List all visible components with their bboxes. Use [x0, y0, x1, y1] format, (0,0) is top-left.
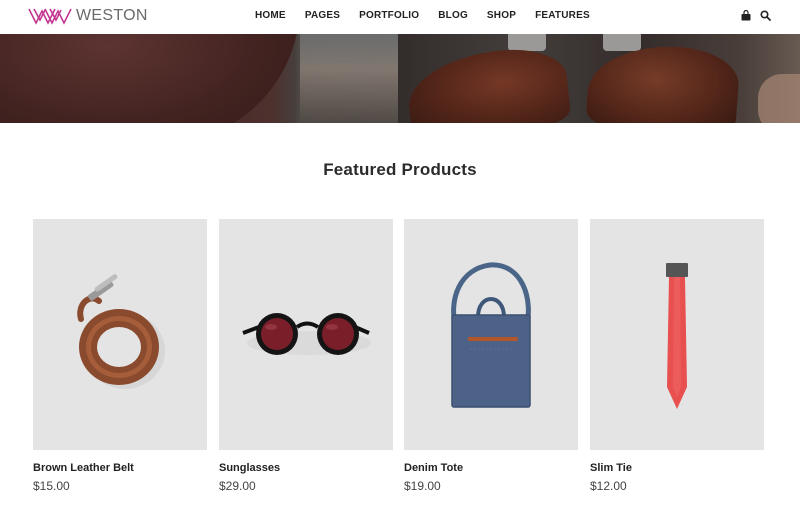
product-card[interactable]: Brown Leather Belt $15.00: [33, 219, 207, 493]
brand-name: WESTON: [76, 7, 148, 24]
hero-banner: [0, 34, 800, 123]
nav-item-pages[interactable]: PAGES: [305, 10, 340, 21]
site-header: WESTON HOME PAGES PORTFOLIO BLOG SHOP FE…: [0, 0, 800, 34]
slim-tie-image: [666, 263, 688, 409]
nav-item-features[interactable]: FEATURES: [535, 10, 590, 21]
product-image[interactable]: [404, 219, 578, 450]
product-price: $29.00: [219, 479, 256, 493]
search-icon[interactable]: [760, 10, 771, 21]
product-image[interactable]: [590, 219, 764, 450]
nav-item-portfolio[interactable]: PORTFOLIO: [359, 10, 419, 21]
product-price: $15.00: [33, 479, 70, 493]
main-nav: HOME PAGES PORTFOLIO BLOG SHOP FEATURES: [255, 10, 609, 21]
product-name[interactable]: Brown Leather Belt: [33, 462, 207, 474]
product-name[interactable]: Slim Tie: [590, 462, 764, 474]
product-name[interactable]: Sunglasses: [219, 462, 393, 474]
leather-belt-image: [77, 274, 165, 389]
section-title: Featured Products: [323, 160, 477, 179]
product-name[interactable]: Denim Tote: [404, 462, 578, 474]
product-card[interactable]: Slim Tie $12.00: [590, 219, 764, 493]
nav-item-blog[interactable]: BLOG: [438, 10, 468, 21]
w-logo-icon: [28, 8, 72, 25]
product-image[interactable]: [219, 219, 393, 450]
brand-logo[interactable]: WESTON: [28, 6, 148, 26]
nav-item-shop[interactable]: SHOP: [487, 10, 516, 21]
denim-tote-image: [451, 262, 531, 408]
product-price: $12.00: [590, 479, 627, 493]
shopping-bag-icon[interactable]: [741, 10, 751, 21]
product-card[interactable]: Denim Tote $19.00: [404, 219, 578, 493]
product-card[interactable]: Sunglasses $29.00: [219, 219, 393, 493]
product-price: $19.00: [404, 479, 441, 493]
product-image[interactable]: [33, 219, 207, 450]
nav-item-home[interactable]: HOME: [255, 10, 286, 21]
sunglasses-image: [242, 313, 371, 355]
